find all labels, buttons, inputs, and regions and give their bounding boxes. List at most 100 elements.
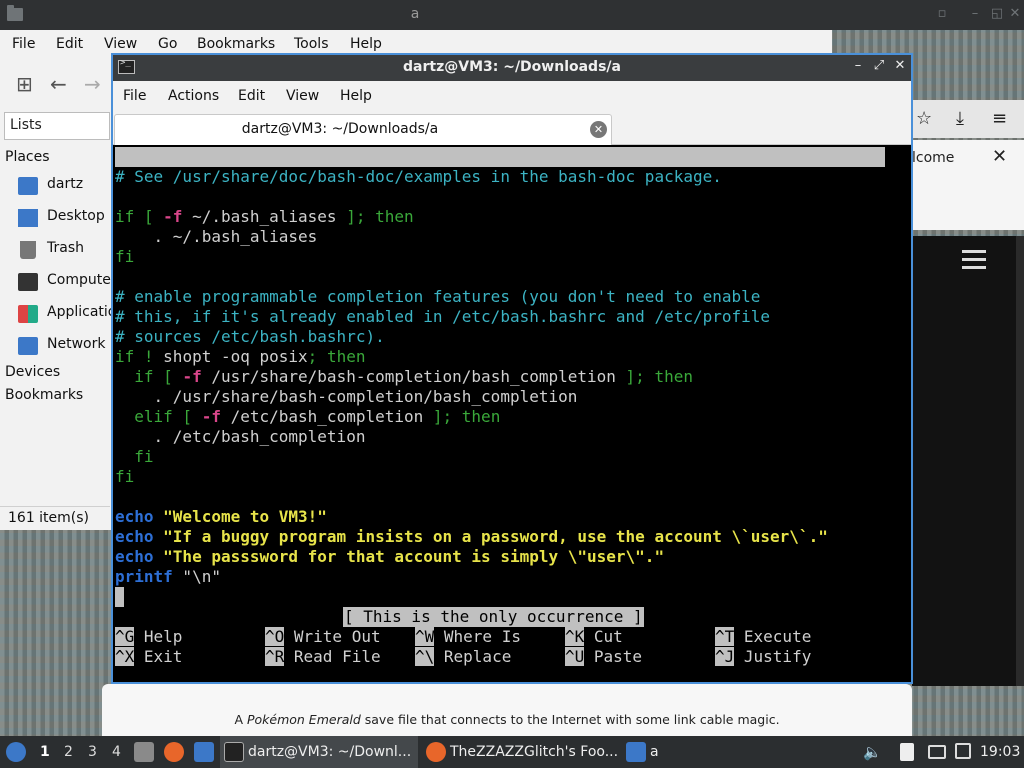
term-menu-view[interactable]: View [286,88,319,104]
desktop-launcher-icon[interactable] [194,742,214,762]
downloads-icon[interactable]: ⤓ [956,108,964,129]
place-applications[interactable]: Applications [18,303,133,325]
task-label: TheZZAZZGlitch's Foo... [450,744,619,760]
shortcut-justify: ^J Justify [715,647,812,666]
code-line: . ~/.bash_aliases [115,227,318,246]
fm-menu-file[interactable]: File [12,36,35,52]
workspace-3[interactable]: 3 [88,744,97,760]
code-line: echo "If a buggy program insists on a pa… [115,527,828,546]
code-line: fi [115,247,135,266]
text-cursor [115,587,124,607]
places-header: Places [5,149,50,165]
task-label: dartz@VM3: ~/Downl... [248,744,412,760]
nano-file-path: /home/dartz/.bashrc [435,187,619,206]
file-manager-toolbar: ⊞ ← → [0,58,110,110]
term-menu-edit[interactable]: Edit [238,88,265,104]
workspace-4[interactable]: 4 [112,744,121,760]
term-menu-actions[interactable]: Actions [168,88,219,104]
image-caption: A Pokémon Emerald save file that connect… [102,712,912,727]
place-home[interactable]: dartz [18,175,118,197]
nano-header: GNU nano 5.6.1 /home/dartz/.bashrc [115,147,885,206]
code-line: # See /usr/share/doc/bash-doc/examples i… [115,167,722,186]
new-tab-icon[interactable]: ⊞ [16,72,33,96]
browser-scrollbar[interactable] [1016,236,1024,686]
terminal-icon [224,742,244,762]
terminal-title: dartz@VM3: ~/Downloads/a [403,59,621,75]
task-file-manager[interactable]: a [622,736,672,768]
volume-icon[interactable]: 🔈 [863,743,882,761]
fm-menu-help[interactable]: Help [350,36,382,52]
code-line: echo "Welcome to VM3!" [115,507,327,526]
applications-icon [18,305,38,323]
bookmark-star-icon[interactable]: ☆ [916,108,932,129]
shortcut-execute: ^T Execute [715,627,812,646]
term-menu-file[interactable]: File [123,88,146,104]
nano-editor[interactable]: GNU nano 5.6.1 /home/dartz/.bashrc # See… [113,147,911,682]
browser-menu-icon[interactable]: ≡ [992,108,1007,129]
shortcut-paste: ^U Paste [565,647,643,666]
item-count-status: 161 item(s) [0,506,110,530]
minimize-icon[interactable]: – [850,58,866,76]
background-window-title: a [410,6,420,22]
fm-menu-go[interactable]: Go [158,36,177,52]
terminal-menubar: File Actions Edit View Help [113,81,911,111]
place-trash[interactable]: Trash [18,239,118,261]
place-label: Trash [47,240,84,256]
task-terminal[interactable]: dartz@VM3: ~/Downl... [220,736,418,768]
browser-page-content [102,684,912,736]
close-icon[interactable]: ✕ [1008,7,1022,21]
side-pane-mode-select[interactable]: Lists [4,112,110,140]
place-desktop[interactable]: Desktop [18,207,118,229]
page-hamburger-icon[interactable] [962,250,986,274]
clock[interactable]: 19:03 [980,744,1020,760]
notifications-icon[interactable] [955,743,971,759]
home-folder-icon [18,177,38,195]
clipboard-icon[interactable] [900,743,914,761]
close-banner-icon[interactable]: ✕ [992,146,1007,167]
desktop-icon [18,209,38,227]
minimize-icon[interactable]: – [968,7,982,21]
restore-icon[interactable]: ▫ [935,7,949,21]
browser-toolbar-fragment: ☆ ⤓ ≡ [912,100,1024,138]
bookmarks-header: Bookmarks [5,387,84,403]
back-arrow-icon[interactable]: ← [50,72,67,96]
code-line: if [ -f /usr/share/bash-completion/bash_… [115,367,693,386]
maximize-icon[interactable]: ⤢ [871,58,887,76]
code-line: fi [115,467,135,486]
terminal-titlebar[interactable]: dartz@VM3: ~/Downloads/a – ⤢ ✕ [113,55,911,81]
workspace-1[interactable]: 1 [40,744,50,760]
code-line: . /usr/share/bash-completion/bash_comple… [115,387,578,406]
caption-suffix: save file that connects to the Internet … [360,712,780,727]
caption-prefix: A [234,712,247,727]
trash-icon [20,241,36,259]
folder-icon [7,5,23,21]
close-icon[interactable]: ✕ [892,58,908,76]
place-computer[interactable]: Computer [18,271,118,293]
shortcut-help: ^G Help [115,627,183,646]
fm-menu-edit[interactable]: Edit [56,36,83,52]
code-line: elif [ -f /etc/bash_completion ]; then [115,407,501,426]
code-line: printf "\n" [115,567,221,586]
fm-menu-bookmarks[interactable]: Bookmarks [197,36,275,52]
code-line: if [ -f ~/.bash_aliases ]; then [115,207,414,226]
fm-menu-view[interactable]: View [104,36,137,52]
fm-menu-tools[interactable]: Tools [294,36,329,52]
tab-close-icon[interactable]: ✕ [590,121,607,138]
welcome-text-fragment: lcome [912,150,955,166]
file-manager-launcher-icon[interactable] [134,742,154,762]
computer-icon [18,273,38,291]
start-menu-icon[interactable] [6,742,26,762]
term-menu-help[interactable]: Help [340,88,372,104]
code-line: . /etc/bash_completion [115,427,366,446]
display-icon[interactable] [928,745,946,759]
place-network[interactable]: Network [18,335,118,357]
shortcut-read-file: ^R Read File [265,647,381,666]
code-line: # this, if it's already enabled in /etc/… [115,307,771,326]
terminal-tabbar: dartz@VM3: ~/Downloads/a ✕ [113,111,911,145]
firefox-launcher-icon[interactable] [164,742,184,762]
workspace-2[interactable]: 2 [64,744,73,760]
task-firefox[interactable]: TheZZAZZGlitch's Foo... [420,736,620,768]
maximize-icon[interactable]: ◱ [990,7,1004,21]
terminal-tab[interactable]: dartz@VM3: ~/Downloads/a ✕ [114,114,612,145]
forward-arrow-icon[interactable]: → [84,72,101,96]
